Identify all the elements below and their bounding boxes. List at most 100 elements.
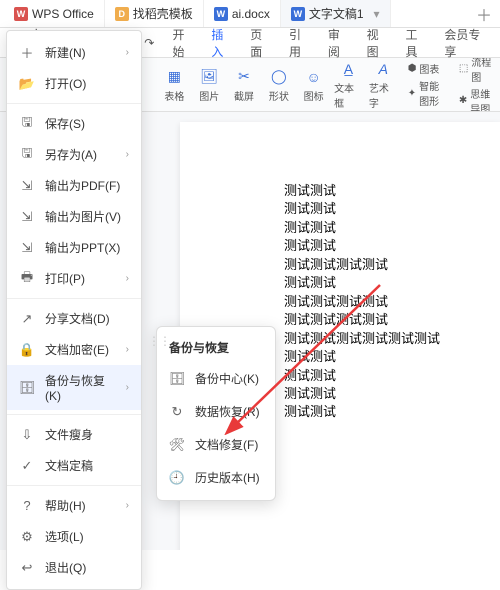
word-doc-icon: W: [214, 7, 228, 21]
menu-doc-finalize[interactable]: ✓文档定稿: [7, 450, 141, 481]
submenu-doc-repair[interactable]: 🛠 文档修复(F): [157, 428, 275, 461]
tab-insert[interactable]: 插入: [203, 22, 240, 64]
btn-label: 思维导图: [470, 86, 500, 113]
word-doc-icon: W: [291, 7, 305, 21]
tab-page[interactable]: 页面: [242, 22, 279, 64]
menu-options[interactable]: ⚙选项(L): [7, 521, 141, 552]
menu-share[interactable]: ↗ 分享文档(D): [7, 303, 141, 334]
insert-textbox-button[interactable]: A̲文本框: [334, 59, 363, 110]
ppt-icon: ⇲: [19, 240, 35, 256]
menu-encrypt[interactable]: 🔒 文档加密(E) ›: [7, 334, 141, 365]
btn-label: 形状: [269, 88, 289, 103]
menu-label: 打开(O): [45, 75, 86, 92]
menu-divider: [7, 103, 141, 104]
menu-print[interactable]: 🖶打印(P)›: [7, 263, 141, 294]
menu-save[interactable]: 🖫保存(S): [7, 108, 141, 139]
wordart-icon: A: [373, 59, 393, 79]
submenu-title: 备份与恢复: [157, 333, 275, 362]
insert-chart-button[interactable]: ⬢图表: [408, 61, 449, 76]
menu-help[interactable]: ? 帮助(H) ›: [7, 490, 141, 521]
insert-flowchart-button[interactable]: ⬚流程图: [459, 58, 500, 84]
document-text[interactable]: 测试测试测试测试测试测试测试测试 测试测试测试测试测试测试测试测试测试测试测试测…: [284, 182, 440, 422]
menu-divider: [7, 298, 141, 299]
help-icon: ?: [19, 498, 35, 514]
tab-menu-icon[interactable]: ▾: [374, 7, 380, 21]
tab-start[interactable]: 开始: [165, 22, 202, 64]
btn-label: 表格: [164, 88, 184, 103]
insert-wordart-button[interactable]: A艺术字: [369, 59, 398, 110]
recover-icon: ↻: [169, 404, 185, 420]
lock-icon: 🔒: [19, 342, 35, 358]
menu-divider: [7, 485, 141, 486]
menu-export-pdf[interactable]: ⇲输出为PDF(F): [7, 170, 141, 201]
menu-backup-recover[interactable]: 🗄备份与恢复(K)›: [7, 365, 141, 410]
chevron-right-icon: ›: [126, 149, 129, 160]
menu-label: 新建(N): [45, 44, 86, 61]
chevron-right-icon: ›: [126, 500, 129, 511]
insert-table-button[interactable]: ▦表格: [160, 67, 189, 103]
tab-label: ai.docx: [232, 7, 270, 21]
history-icon: 🕘: [169, 470, 185, 486]
menu-label: 数据恢复(R): [195, 403, 260, 420]
redo-icon[interactable]: ↷: [140, 33, 158, 53]
chevron-right-icon: ›: [126, 273, 129, 284]
tab-ref[interactable]: 引用: [281, 22, 318, 64]
picture-icon: 🖼: [199, 67, 219, 87]
menu-label: 输出为PPT(X): [45, 239, 120, 256]
insert-screenshot-button[interactable]: ✂截屏: [230, 67, 259, 103]
menu-exit[interactable]: ↩退出(Q): [7, 552, 141, 583]
menu-label: 另存为(A): [45, 146, 97, 163]
btn-label: 智能图形: [419, 78, 449, 108]
image-icon: ⇲: [19, 209, 35, 225]
menu-divider: [7, 414, 141, 415]
save-icon: 🖫: [19, 116, 35, 132]
ribbon-side-group2: ⬚流程图 ✱思维导图: [459, 58, 500, 112]
menu-export-image[interactable]: ⇲输出为图片(V): [7, 201, 141, 232]
open-icon: 📂: [19, 76, 35, 92]
menu-label: 分享文档(D): [45, 310, 110, 327]
menu-new[interactable]: ＋ 新建(N) ›: [7, 37, 141, 68]
insert-picture-button[interactable]: 🖼图片: [195, 67, 224, 103]
submenu-data-recover[interactable]: ↻ 数据恢复(R): [157, 395, 275, 428]
tab-wps-home[interactable]: W WPS Office: [4, 0, 105, 27]
menu-label: 文件瘦身: [45, 426, 93, 443]
insert-icon-button[interactable]: ☺图标: [299, 67, 328, 103]
slim-icon: ⇩: [19, 427, 35, 443]
saveas-icon: 🖫: [19, 147, 35, 163]
submenu-gripper-icon: ⋮⋮: [148, 334, 170, 348]
btn-label: 流程图: [471, 58, 500, 84]
repair-icon: 🛠: [169, 437, 185, 453]
new-icon: ＋: [19, 45, 35, 61]
menu-label: 文档加密(E): [45, 341, 109, 358]
backup-icon: 🗄: [19, 380, 35, 396]
share-icon: ↗: [19, 311, 35, 327]
menu-export-ppt[interactable]: ⇲ 输出为PPT(X): [7, 232, 141, 263]
tab-view[interactable]: 视图: [359, 22, 396, 64]
menu-saveas[interactable]: 🖫 另存为(A) ›: [7, 139, 141, 170]
insert-smartart-button[interactable]: ✦智能图形: [408, 78, 449, 108]
tab-review[interactable]: 审阅: [320, 22, 357, 64]
insert-mindmap-button[interactable]: ✱思维导图: [459, 86, 500, 113]
backup-center-icon: 🗄: [169, 371, 185, 387]
submenu-backup-center[interactable]: 🗄 备份中心(K): [157, 362, 275, 395]
chevron-right-icon: ›: [126, 47, 129, 58]
mindmap-icon: ✱: [459, 95, 467, 106]
exit-icon: ↩: [19, 560, 35, 576]
menu-label: 备份中心(K): [195, 370, 259, 387]
btn-label: 图片: [199, 88, 219, 103]
ribbon-tabs: 开始 插入 页面 引用 审阅 视图 工具 会员专享: [165, 22, 495, 64]
tab-tool[interactable]: 工具: [398, 22, 435, 64]
table-icon: ▦: [164, 67, 184, 87]
menu-label: 帮助(H): [45, 497, 86, 514]
tab-label: 文字文稿1: [309, 5, 364, 22]
smartart-icon: ✦: [408, 88, 416, 99]
menu-open[interactable]: 📂 打开(O): [7, 68, 141, 99]
template-icon: D: [115, 7, 129, 21]
icons-icon: ☺: [304, 67, 324, 87]
submenu-history[interactable]: 🕘历史版本(H): [157, 461, 275, 494]
chevron-right-icon: ›: [126, 344, 129, 355]
menu-label: 文档修复(F): [195, 436, 258, 453]
insert-shape-button[interactable]: ◯形状: [264, 67, 293, 103]
textbox-icon: A̲: [338, 59, 358, 79]
menu-file-slim[interactable]: ⇩ 文件瘦身: [7, 419, 141, 450]
